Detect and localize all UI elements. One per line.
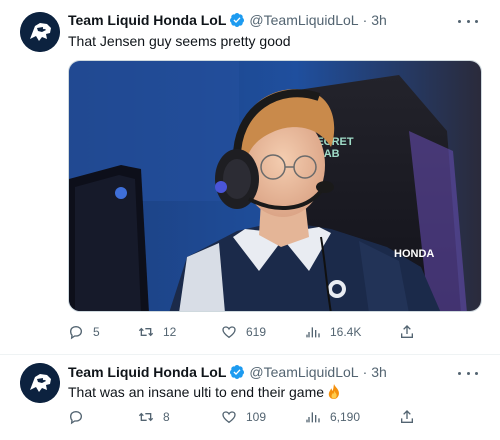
timestamp[interactable]: 3h (371, 12, 387, 28)
share-icon (401, 410, 413, 423)
separator-dot: · (362, 12, 368, 28)
author-handle[interactable]: @TeamLiquidLoL (249, 12, 358, 28)
tweet-actions: 5 12 619 16.4K (68, 322, 488, 342)
like-count: 109 (246, 410, 267, 424)
tweet-media-photo[interactable]: SECRET LAB HONDA (68, 60, 482, 312)
reply-icon (69, 410, 83, 425)
reply-count: 5 (93, 325, 100, 339)
tweet-header: Team Liquid Honda LoL @TeamLiquidLoL · 3… (68, 12, 387, 28)
views-icon (306, 412, 320, 423)
retweet-icon (138, 327, 154, 337)
reply-button[interactable]: 5 (68, 322, 100, 342)
more-icon[interactable] (458, 366, 478, 380)
tweet-actions: 8 109 6,190 (68, 407, 488, 427)
like-button[interactable]: 109 (221, 407, 266, 427)
views-button[interactable]: 6,190 (305, 407, 360, 427)
like-icon (222, 326, 236, 339)
reply-icon (69, 325, 83, 340)
more-icon[interactable] (458, 14, 478, 28)
like-count: 619 (246, 325, 267, 339)
reply-button[interactable] (68, 407, 84, 427)
fire-emoji-icon (328, 384, 340, 399)
timestamp[interactable]: 3h (371, 364, 387, 380)
tweet-text-line: That was an insane ulti to end their gam… (68, 384, 341, 400)
separator-dot: · (362, 364, 368, 380)
jersey-sponsor-text: HONDA (394, 248, 434, 260)
views-icon (306, 327, 320, 338)
tweet-header: Team Liquid Honda LoL @TeamLiquidLoL · 3… (68, 364, 387, 380)
retweet-icon (138, 412, 154, 422)
verified-badge-icon (230, 365, 245, 379)
tweet-text: That Jensen guy seems pretty good (68, 33, 291, 49)
retweet-button[interactable]: 12 (138, 322, 176, 342)
tweet-text: That was an insane ulti to end their gam… (68, 384, 325, 400)
verified-badge-icon (230, 13, 245, 27)
share-button[interactable] (399, 322, 415, 342)
player-photo: SECRET LAB HONDA (69, 61, 481, 311)
views-count: 6,190 (330, 410, 361, 424)
tweet[interactable]: Team Liquid Honda LoL @TeamLiquidLoL · 3… (0, 355, 500, 440)
retweet-count: 8 (163, 410, 170, 424)
views-count: 16.4K (330, 325, 362, 339)
avatar[interactable] (20, 12, 60, 52)
retweet-count: 12 (163, 325, 177, 339)
retweet-button[interactable]: 8 (138, 407, 170, 427)
author-name[interactable]: Team Liquid Honda LoL (68, 364, 226, 380)
like-icon (222, 411, 236, 424)
tweet[interactable]: Team Liquid Honda LoL @TeamLiquidLoL · 3… (0, 0, 500, 355)
author-name[interactable]: Team Liquid Honda LoL (68, 12, 226, 28)
share-button[interactable] (399, 407, 415, 427)
avatar[interactable] (20, 363, 60, 403)
like-button[interactable]: 619 (221, 322, 266, 342)
author-handle[interactable]: @TeamLiquidLoL (249, 364, 358, 380)
share-icon (401, 325, 413, 338)
team-liquid-horse-logo (20, 363, 60, 403)
views-button[interactable]: 16.4K (305, 322, 361, 342)
team-liquid-horse-logo (20, 12, 60, 52)
